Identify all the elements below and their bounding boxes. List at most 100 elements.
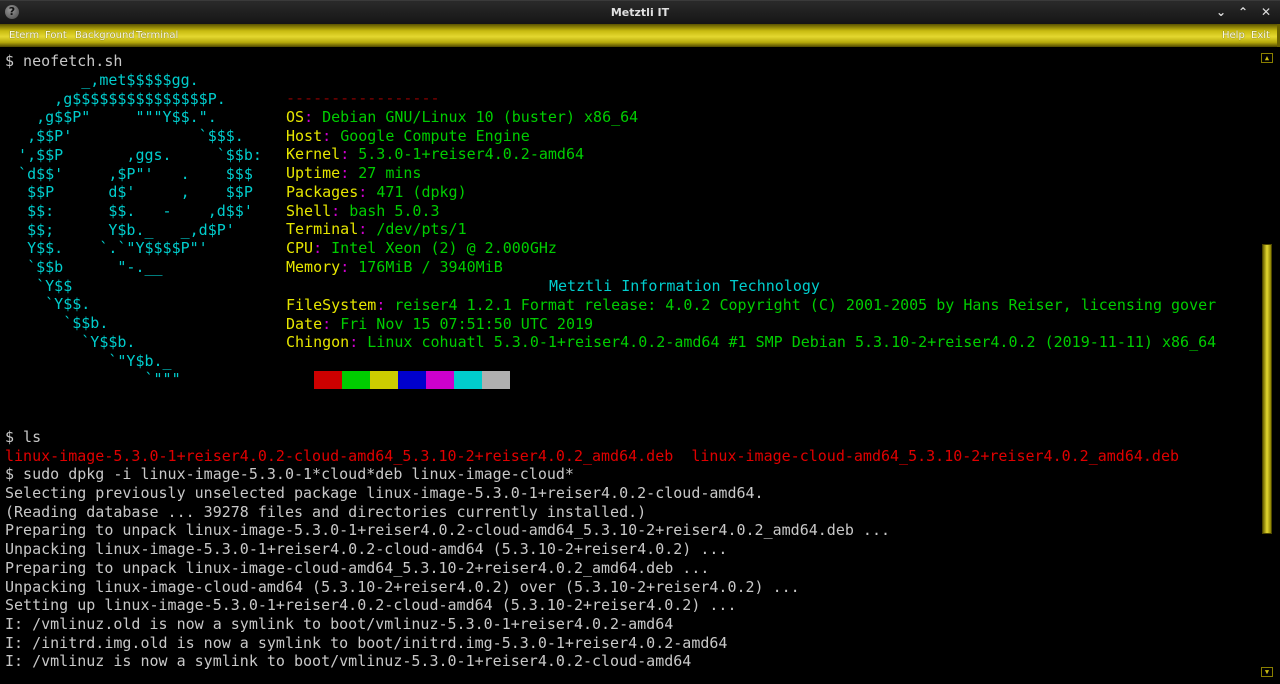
ascii-art-line: ',$$P ,ggs. `$$b: (0, 145, 262, 164)
info-separator: ----------------- (286, 89, 440, 107)
palette-swatch (370, 371, 398, 389)
prompt-dpkg: $ sudo dpkg -i linux-image-5.3.0-1*cloud… (5, 465, 574, 483)
close-button[interactable]: ✕ (1258, 4, 1274, 20)
menu-terminal[interactable]: Terminal (136, 30, 178, 41)
ascii-art-line: `Y$$b. (0, 332, 136, 351)
ascii-art-line: ,g$$$$$$$$$$$$$$$P. (0, 89, 226, 108)
info-value: bash 5.0.3 (349, 201, 440, 220)
info-key: CPU (286, 238, 314, 257)
scrollbar-thumb[interactable] (1262, 244, 1272, 534)
ascii-art-line: `$$b "-.__ (0, 258, 163, 276)
info-key: OS (286, 108, 305, 126)
info-value: 471 (dpkg) (376, 182, 467, 201)
output-line: I: /vmlinuz.old is now a symlink to boot… (5, 614, 674, 633)
info-row: Shell: bash 5.0.3 (286, 202, 440, 221)
info-colon: : (322, 314, 341, 333)
menu-help[interactable]: Help (1222, 30, 1245, 41)
ascii-art-line: $$; Y$b._ _,d$P' (0, 220, 235, 239)
info-colon: : (304, 108, 323, 126)
scrollbar[interactable]: ▲ ▼ (1255, 47, 1280, 684)
info-value: 27 mins (358, 164, 422, 183)
info-row: OS: Debian GNU/Linux 10 (buster) x86_64 (286, 108, 638, 127)
info-key: Terminal (286, 220, 359, 239)
info-row: FileSystem: reiser4 1.2.1 Format release… (286, 296, 1216, 315)
menu-font[interactable]: Font (45, 30, 67, 41)
palette-swatch (426, 371, 454, 389)
info-value: reiser4 1.2.1 Format release: 4.0.2 Copy… (394, 296, 1217, 314)
info-colon: : (313, 238, 332, 257)
info-row: Terminal: /dev/pts/1 (286, 220, 467, 239)
output-line: I: /initrd.img.old is now a symlink to b… (5, 633, 728, 652)
info-key: FileSystem (286, 296, 377, 314)
output-line: Preparing to unpack linux-image-cloud-am… (5, 558, 710, 577)
ascii-art-line: $$P d$' , $$P (0, 183, 253, 202)
menu-background[interactable]: Background (75, 30, 135, 41)
ascii-art-line: _,met$$$$$gg. (0, 71, 199, 89)
palette-swatch (482, 371, 510, 389)
info-value: Debian GNU/Linux 10 (buster) x86_64 (322, 108, 639, 126)
info-colon: : (331, 201, 350, 220)
info-key: Packages (286, 182, 359, 201)
info-colon: : (340, 145, 359, 164)
info-row: Packages: 471 (dpkg) (286, 183, 467, 202)
title-bar: ? Metztli IT ⌄ ⌃ ✕ (0, 0, 1280, 24)
output-line: I: /vmlinuz is now a symlink to boot/vml… (5, 652, 692, 671)
info-row: Uptime: 27 mins (286, 164, 421, 183)
palette-swatch (314, 371, 342, 389)
info-colon: : (340, 257, 359, 276)
info-key: Memory (286, 257, 341, 276)
menu-bar: Eterm Font Background Terminal Help Exit (0, 24, 1280, 47)
ascii-art-line: `Y$$. (0, 295, 91, 314)
banner-text: Metztli Information Technology (549, 277, 820, 295)
info-colon: : (376, 296, 395, 314)
menu-exit[interactable]: Exit (1251, 30, 1270, 41)
output-line: Preparing to unpack linux-image-5.3.0-1+… (5, 521, 891, 540)
ascii-art-line: `"Y$b._ (0, 351, 172, 370)
ascii-art-line: `d$$' ,$P"' . $$$ (0, 164, 253, 183)
color-palette (314, 371, 510, 389)
info-value: /dev/pts/1 (376, 220, 467, 239)
ascii-art-line: `$$b. (0, 314, 109, 333)
info-colon: : (358, 220, 377, 239)
terminal-area[interactable]: $ neofetch.sh _,met$$$$$gg. ,g$$$$$$$$$$… (0, 47, 1255, 684)
output-line: Unpacking linux-image-5.3.0-1+reiser4.0.… (5, 540, 728, 559)
info-value: Fri Nov 15 07:51:50 UTC 2019 (340, 314, 594, 333)
palette-swatch (342, 371, 370, 389)
output-line: Setting up linux-image-5.3.0-1+reiser4.0… (5, 596, 737, 615)
info-key: Chingon (286, 333, 350, 352)
prompt-neofetch: $ neofetch.sh (5, 52, 123, 70)
output-line: Unpacking linux-image-cloud-amd64 (5.3.1… (5, 577, 800, 596)
info-colon: : (340, 164, 359, 183)
scroll-up-arrow-icon[interactable]: ▲ (1261, 53, 1273, 63)
info-key: Uptime (286, 164, 341, 183)
ascii-art-line: ,g$$P" """Y$$.". (0, 108, 217, 127)
maximize-button[interactable]: ⌃ (1235, 4, 1251, 20)
ascii-art-line: $$: $$. - ,d$$' (0, 201, 253, 220)
minimize-button[interactable]: ⌄ (1213, 4, 1229, 20)
ascii-art-line: `""" (0, 370, 181, 389)
palette-swatch (454, 371, 482, 389)
menu-eterm[interactable]: Eterm (9, 30, 39, 41)
info-row: Chingon: Linux cohuatl 5.3.0-1+reiser4.0… (286, 333, 1216, 352)
info-key: Host (286, 126, 323, 145)
info-row: Kernel: 5.3.0-1+reiser4.0.2-amd64 (286, 145, 584, 164)
palette-swatch (398, 371, 426, 389)
info-value: 176MiB / 3940MiB (358, 257, 503, 276)
prompt-ls: $ ls (5, 428, 42, 446)
info-colon: : (349, 333, 368, 352)
info-colon: : (358, 182, 377, 201)
info-value: Linux cohuatl 5.3.0-1+reiser4.0.2-amd64 … (367, 333, 1217, 352)
output-line: (Reading database ... 39278 files and di… (5, 502, 647, 521)
ascii-art-line: `Y$$ (0, 276, 73, 295)
info-value: 5.3.0-1+reiser4.0.2-amd64 (358, 145, 585, 164)
ascii-art-line: ,$$P' `$$$. (0, 127, 244, 146)
info-row: Memory: 176MiB / 3940MiB (286, 258, 503, 277)
info-key: Date (286, 314, 323, 333)
info-colon: : (322, 126, 341, 145)
info-value: Google Compute Engine (340, 126, 530, 145)
info-key: Kernel (286, 145, 341, 164)
info-value: Intel Xeon (2) @ 2.000GHz (331, 238, 557, 257)
ascii-art-line: Y$$. `.`"Y$$$$P"' (0, 239, 208, 258)
info-key: Shell (286, 201, 332, 220)
scroll-down-arrow-icon[interactable]: ▼ (1261, 667, 1273, 677)
